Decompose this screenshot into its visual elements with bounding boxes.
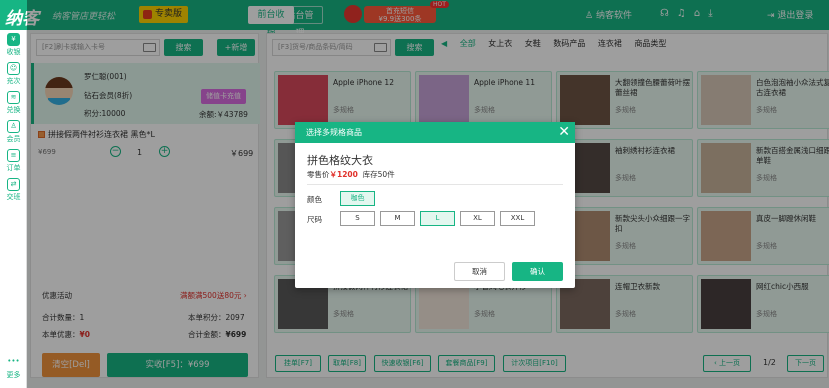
more-icon: ••• (7, 357, 20, 365)
confirm-button[interactable]: 确认 (512, 262, 563, 281)
dialog-product-name: 拼色格纹大衣 (307, 154, 373, 167)
shift-icon: ⇄ (7, 178, 20, 191)
sidebar-item-label: 订单 (6, 164, 21, 172)
sidebar-item-more[interactable]: ••• 更多 (0, 356, 27, 380)
size-option-xxl[interactable]: XXL (500, 211, 535, 226)
sidebar-item-member[interactable]: ♙ 会员 (0, 120, 27, 144)
side-nav: ¥ 收银 ☺ 充次 ≋ 兑换 ♙ 会员 ≡ 订单 ⇄ 交班 ••• 更多 (0, 30, 27, 388)
size-label: 尺码 (307, 215, 322, 224)
sidebar-item-label: 会员 (6, 135, 21, 143)
close-icon[interactable]: ✕ (558, 122, 570, 143)
sidebar-item-order[interactable]: ≡ 订单 (0, 149, 27, 173)
variant-select-dialog: 选择多规格商品 ✕ 拼色格纹大衣 零售价￥1200 库存50件 颜色 咖色 尺码… (295, 122, 575, 288)
size-option-m[interactable]: M (380, 211, 415, 226)
color-option-coffee[interactable]: 咖色 (340, 191, 375, 206)
size-option-s[interactable]: S (340, 211, 375, 226)
member-icon: ♙ (7, 120, 20, 133)
size-option-xl[interactable]: XL (460, 211, 495, 226)
cancel-button[interactable]: 取消 (454, 262, 505, 281)
sidebar-item-recharge-times[interactable]: ☺ 充次 (0, 62, 27, 86)
sidebar-item-label: 兑换 (6, 106, 21, 114)
size-option-l[interactable]: L (420, 211, 455, 226)
sidebar-item-label: 收银 (6, 48, 21, 56)
sidebar-item-label: 充次 (6, 77, 21, 85)
sidebar-item-exchange[interactable]: ≋ 兑换 (0, 91, 27, 115)
dialog-price-stock: 零售价￥1200 库存50件 (307, 170, 395, 179)
cashier-icon: ¥ (7, 33, 20, 46)
sidebar-item-label: 更多 (6, 371, 21, 379)
order-icon: ≡ (7, 149, 20, 162)
recharge-times-icon: ☺ (7, 62, 20, 75)
dialog-title: 选择多规格商品 (295, 122, 575, 143)
sidebar-item-cashier[interactable]: ¥ 收银 (0, 33, 27, 57)
color-label: 颜色 (307, 195, 322, 204)
exchange-icon: ≋ (7, 91, 20, 104)
sidebar-item-label: 交班 (6, 193, 21, 201)
sidebar-item-shift[interactable]: ⇄ 交班 (0, 178, 27, 202)
divider (307, 184, 563, 185)
